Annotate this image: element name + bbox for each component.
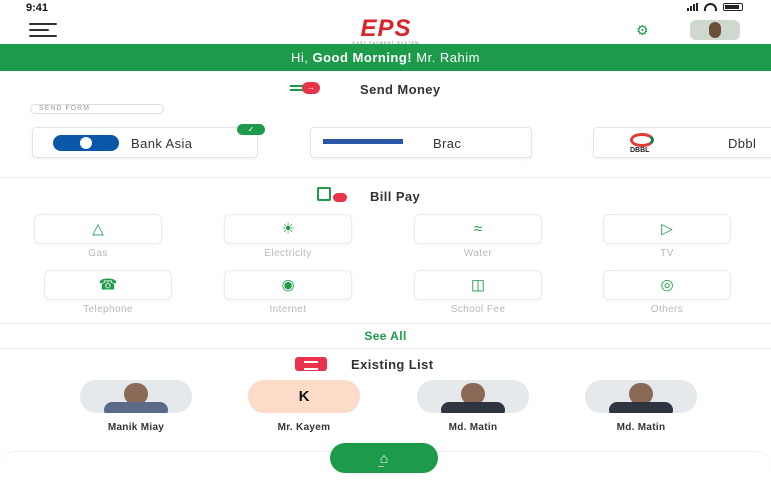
tv-icon: ▷ <box>661 220 673 238</box>
greeting-name: Mr. Rahim <box>412 50 480 65</box>
signal-icon <box>687 3 698 11</box>
see-all-button[interactable]: See All <box>0 325 771 347</box>
settings-gear-icon[interactable]: ⚙ <box>636 22 649 39</box>
existing-list-title: Existing List <box>351 357 434 372</box>
book-icon: ◫ <box>470 276 486 294</box>
bill-label-tv: TV <box>660 248 674 259</box>
contact-name: Md. Matin <box>448 422 498 433</box>
eps-logo: EPS EASY PAYMENT SYSTEM <box>306 15 466 46</box>
bank-asia-logo-icon <box>53 135 119 151</box>
bill-label-internet: Internet <box>269 304 307 315</box>
tap-icon: ≈ <box>473 220 483 238</box>
send-money-icon: → <box>290 82 330 94</box>
home-button[interactable]: ⌂ <box>330 443 438 473</box>
bill-label-gas: Gas <box>88 248 108 259</box>
greeting-emphasis: Good Morning! <box>312 50 413 65</box>
app-header: EPS EASY PAYMENT SYSTEM ⚙ <box>0 15 771 46</box>
bill-tile-telephone[interactable]: ☎ <box>44 270 172 300</box>
dbbl-logo-icon <box>630 133 654 147</box>
bill-tile-tv[interactable]: ▷ <box>603 214 731 244</box>
bill-tile-water[interactable]: ≈ <box>414 214 542 244</box>
home-indicator <box>378 466 384 467</box>
bill-pay-title: Bill Pay <box>370 189 421 204</box>
contact-name: Md. Matin <box>616 422 666 433</box>
bank-card-dbbl[interactable]: DBBL Dbbl <box>593 127 771 158</box>
status-icons <box>687 3 743 11</box>
bill-tile-others[interactable]: ◎ <box>603 270 731 300</box>
divider <box>0 177 771 178</box>
status-time: 9:41 <box>26 2 49 14</box>
brac-logo-icon <box>323 139 403 144</box>
bank-name: Dbbl <box>728 136 757 151</box>
dbbl-logo-text: DBBL <box>630 147 650 154</box>
bill-pay-icon <box>317 187 347 203</box>
globe-icon: ◉ <box>281 276 295 294</box>
existing-list-icon <box>295 357 327 371</box>
bill-label-water: Water <box>463 248 493 259</box>
bill-label-school-fee: School Fee <box>450 304 506 315</box>
bank-name: Brac <box>433 136 462 151</box>
bill-label-others: Others <box>650 304 684 315</box>
bill-tile-internet[interactable]: ◉ <box>224 270 352 300</box>
contact-md-matin-1[interactable]: Md. Matin <box>417 380 529 440</box>
contact-photo <box>585 380 697 413</box>
contact-manik-miay[interactable]: Manik Miay <box>80 380 192 440</box>
telephone-icon: ☎ <box>98 276 118 294</box>
greeting-prefix: Hi, <box>291 50 313 65</box>
menu-icon[interactable] <box>29 23 57 37</box>
bill-label-telephone: Telephone <box>83 304 133 315</box>
contact-initial-avatar: K <box>248 380 360 413</box>
bill-tile-school-fee[interactable]: ◫ <box>414 270 542 300</box>
bank-card-brac[interactable]: Brac <box>310 127 532 158</box>
contact-name: Manik Miay <box>107 422 165 433</box>
divider <box>0 323 771 324</box>
logo-text: EPS <box>360 15 412 42</box>
home-icon: ⌂ <box>379 450 389 466</box>
greeting-banner: Hi, Good Morning! Mr. Rahim <box>0 44 771 71</box>
profile-avatar[interactable] <box>690 20 740 40</box>
selected-check-icon: ✓ <box>237 124 265 135</box>
bill-tile-gas[interactable]: △ <box>34 214 162 244</box>
bank-card-bank-asia[interactable]: Bank Asia <box>32 127 258 158</box>
send-form-label: SEND FORM <box>30 104 164 114</box>
status-bar: 9:41 <box>0 0 771 16</box>
bill-tile-electricity[interactable]: ☀ <box>224 214 352 244</box>
battery-icon <box>723 3 743 11</box>
gas-icon: △ <box>92 220 104 238</box>
send-money-title: Send Money <box>360 82 441 97</box>
bank-name: Bank Asia <box>131 136 193 151</box>
circle-icon: ◎ <box>660 276 674 294</box>
contact-photo <box>80 380 192 413</box>
contact-photo <box>417 380 529 413</box>
bill-label-electricity: Electricity <box>264 248 312 259</box>
contact-mr-kayem[interactable]: K Mr. Kayem <box>248 380 360 440</box>
contact-md-matin-2[interactable]: Md. Matin <box>585 380 697 440</box>
wifi-icon <box>704 3 717 11</box>
divider <box>0 348 771 349</box>
bulb-icon: ☀ <box>281 220 295 238</box>
contact-name: Mr. Kayem <box>277 422 331 433</box>
